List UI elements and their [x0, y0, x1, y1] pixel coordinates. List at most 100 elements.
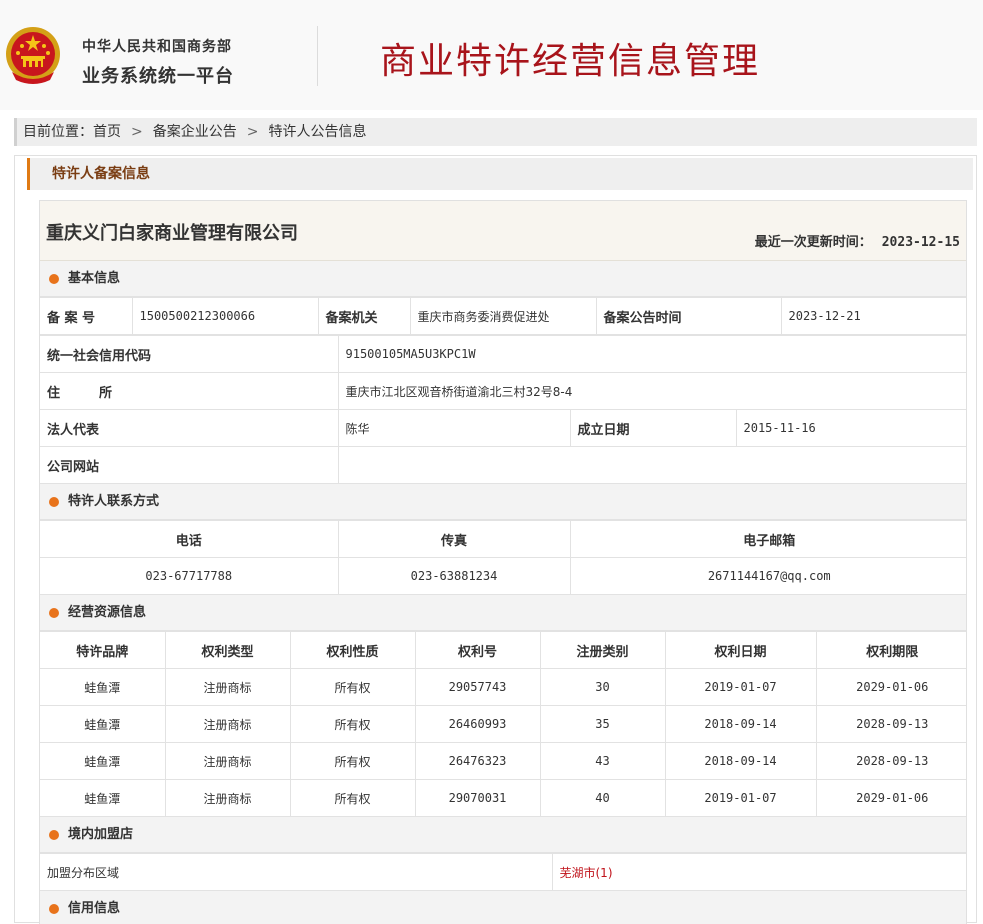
column-header: 权利期限: [815, 631, 966, 669]
column-header: 传真: [337, 520, 571, 558]
table-cell: 所有权: [289, 742, 416, 780]
table-row: 公司网站: [40, 446, 966, 484]
table-cell: 注册商标: [164, 779, 291, 817]
company-header: 重庆义门白家商业管理有限公司 最近一次更新时间： 2023-12-15: [40, 201, 966, 261]
legal-rep-value: 陈华: [337, 409, 571, 447]
section-domestic-franchise: 境内加盟店: [40, 817, 966, 853]
credit-code-value: 91500105MA5U3KPC1W: [337, 335, 966, 373]
website-value: [337, 446, 966, 484]
table-cell: 2028-09-13: [815, 705, 966, 743]
table-header-row: 特许品牌 权利类型 权利性质 权利号 注册类别 权利日期 权利期限: [40, 631, 966, 669]
credit-code-label: 统一社会信用代码: [40, 335, 339, 373]
table-cell: 所有权: [289, 779, 416, 817]
table-row: 备 案 号 1500500212300066 备案机关 重庆市商务委消费促进处 …: [40, 297, 966, 335]
breadcrumb-separator: >: [131, 124, 143, 140]
column-header: 权利日期: [664, 631, 817, 669]
table-cell: 注册商标: [164, 742, 291, 780]
contact-table: 电话 传真 电子邮箱 023-67717788 023-63881234 267…: [40, 520, 966, 595]
website-label: 公司网站: [40, 446, 339, 484]
table-row: 蛙鱼潭 注册商标 所有权 26460993 35 2018-09-14 2028…: [40, 705, 966, 743]
table-cell: 26460993: [414, 705, 541, 743]
section-title: 经营资源信息: [68, 605, 147, 620]
bullet-icon: [49, 904, 59, 914]
table-cell: 2029-01-06: [815, 779, 966, 817]
email-value: 2671144167@qq.com: [569, 557, 966, 595]
company-name: 重庆义门白家商业管理有限公司: [46, 223, 298, 244]
announce-time-label: 备案公告时间: [595, 297, 782, 335]
column-header: 权利号: [414, 631, 541, 669]
table-cell: 26476323: [414, 742, 541, 780]
table-cell: 43: [539, 742, 666, 780]
last-updated: 最近一次更新时间： 2023-12-15: [755, 231, 960, 250]
breadcrumb-enterprise-announcements[interactable]: 备案企业公告: [153, 118, 237, 146]
table-cell: 蛙鱼潭: [40, 779, 166, 817]
bullet-icon: [49, 274, 59, 284]
column-header: 电子邮箱: [569, 520, 966, 558]
address-label: 住 所: [40, 372, 339, 410]
authority-label: 备案机关: [317, 297, 411, 335]
table-row: 法人代表 陈华 成立日期 2015-11-16: [40, 409, 966, 447]
franchisor-card: 重庆义门白家商业管理有限公司 最近一次更新时间： 2023-12-15 基本信息 …: [39, 200, 967, 924]
resources-table: 特许品牌 权利类型 权利性质 权利号 注册类别 权利日期 权利期限 蛙鱼潭 注册…: [40, 631, 966, 817]
bullet-icon: [49, 608, 59, 618]
announce-time-value: 2023-12-21: [780, 297, 966, 335]
breadcrumb: 目前位置：首页 > 备案企业公告 > 特许人公告信息: [14, 118, 977, 146]
region-link[interactable]: 芜湖市(1): [551, 853, 966, 891]
table-cell: 所有权: [289, 705, 416, 743]
established-label: 成立日期: [569, 409, 737, 447]
table-cell: 所有权: [289, 668, 416, 706]
breadcrumb-home[interactable]: 首页: [93, 118, 121, 146]
table-cell: 蛙鱼潭: [40, 705, 166, 743]
table-row: 023-67717788 023-63881234 2671144167@qq.…: [40, 557, 966, 595]
table-cell: 35: [539, 705, 666, 743]
last-updated-label: 最近一次更新时间：: [754, 235, 872, 250]
column-header: 特许品牌: [40, 631, 166, 669]
table-cell: 2019-01-07: [664, 779, 817, 817]
table-cell: 2029-01-06: [815, 668, 966, 706]
table-row: 蛙鱼潭 注册商标 所有权 29057743 30 2019-01-07 2029…: [40, 668, 966, 706]
bullet-icon: [49, 497, 59, 507]
section-title: 境内加盟店: [68, 827, 134, 842]
section-title: 基本信息: [68, 271, 121, 286]
region-link-text[interactable]: 芜湖市(1): [560, 866, 613, 880]
table-cell: 注册商标: [164, 705, 291, 743]
established-value: 2015-11-16: [735, 409, 966, 447]
tab-franchisor-filing[interactable]: 特许人备案信息: [27, 158, 973, 190]
table-header-row: 电话 传真 电子邮箱: [40, 520, 966, 558]
column-header: 权利性质: [289, 631, 416, 669]
filing-no-label: 备 案 号: [40, 297, 133, 335]
table-cell: 蛙鱼潭: [40, 668, 166, 706]
national-emblem-icon: [6, 27, 60, 84]
basic-info-table-2: 统一社会信用代码 91500105MA5U3KPC1W 住 所 重庆市江北区观音…: [40, 335, 966, 484]
section-title: 特许人联系方式: [68, 494, 160, 509]
table-cell: 29057743: [414, 668, 541, 706]
site-header: 中华人民共和国商务部 业务系统统一平台 商业特许经营信息管理: [0, 0, 983, 110]
table-row: 住 所 重庆市江北区观音桥街道渝北三村32号8-4: [40, 372, 966, 410]
table-row: 蛙鱼潭 注册商标 所有权 29070031 40 2019-01-07 2029…: [40, 779, 966, 817]
system-title: 商业特许经营信息管理: [380, 41, 761, 82]
table-cell: 2028-09-13: [815, 742, 966, 780]
bullet-icon: [49, 830, 59, 840]
franchise-table: 加盟分布区域 芜湖市(1): [40, 853, 966, 891]
section-resources: 经营资源信息: [40, 595, 966, 631]
table-cell: 注册商标: [164, 668, 291, 706]
breadcrumb-current: 特许人公告信息: [268, 124, 367, 140]
table-row: 蛙鱼潭 注册商标 所有权 26476323 43 2018-09-14 2028…: [40, 742, 966, 780]
filing-no-value: 1500500212300066: [131, 297, 319, 335]
breadcrumb-prefix: 目前位置：: [23, 124, 93, 140]
breadcrumb-separator: >: [246, 124, 259, 140]
content-panel: 特许人备案信息 重庆义门白家商业管理有限公司 最近一次更新时间： 2023-12-…: [14, 155, 977, 924]
column-header: 权利类型: [164, 631, 291, 669]
region-label: 加盟分布区域: [40, 853, 553, 891]
legal-rep-label: 法人代表: [40, 409, 339, 447]
header-divider: [317, 26, 318, 86]
authority-value: 重庆市商务委消费促进处: [409, 297, 597, 335]
phone-value: 023-67717788: [40, 557, 339, 595]
table-cell: 2018-09-14: [664, 742, 817, 780]
table-cell: 2018-09-14: [664, 705, 817, 743]
section-credit-info: 信用信息: [40, 891, 966, 924]
section-title: 信用信息: [68, 901, 121, 916]
section-basic-info: 基本信息: [40, 261, 966, 297]
column-header: 注册类别: [539, 631, 666, 669]
org-name: 中华人民共和国商务部: [82, 39, 232, 55]
